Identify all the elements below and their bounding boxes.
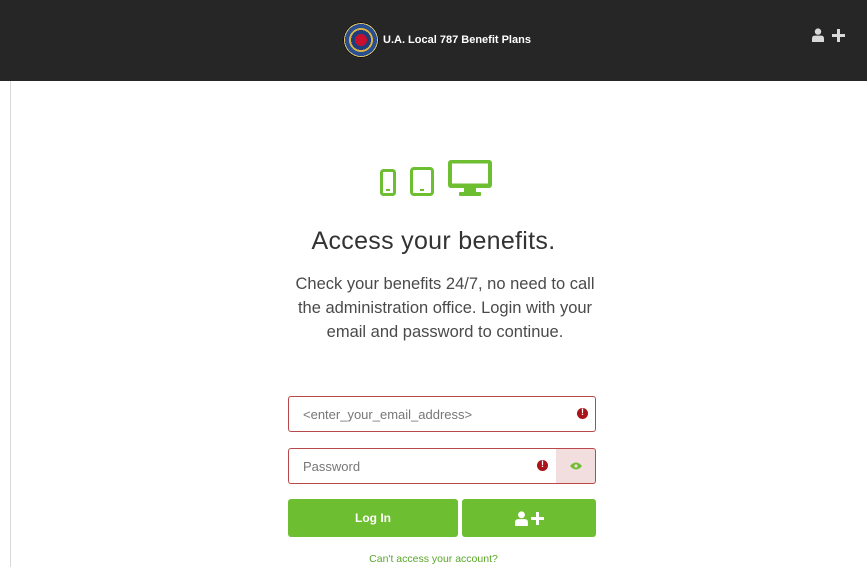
device-icons: [380, 160, 492, 196]
user-icon: [812, 28, 824, 42]
brand-title: U.A. Local 787 Benefit Plans: [383, 34, 531, 46]
password-input[interactable]: [289, 449, 556, 483]
eye-icon: [569, 462, 582, 470]
page-description: Check your benefits 24/7, no need to cal…: [295, 275, 595, 341]
login-button[interactable]: Log In: [288, 499, 458, 537]
show-password-button[interactable]: [556, 448, 596, 484]
email-input[interactable]: [289, 397, 595, 431]
page-left-border: [10, 51, 11, 567]
brand[interactable]: U.A. Local 787 Benefit Plans: [343, 20, 531, 60]
login-button-label: Log In: [355, 511, 391, 525]
plus-icon: [832, 28, 845, 42]
plus-icon: [530, 511, 544, 525]
password-field-wrapper: [288, 448, 557, 484]
tablet-icon: [410, 167, 434, 196]
desktop-icon: [448, 160, 492, 196]
cant-access-account-link[interactable]: Can't access your account?: [0, 553, 867, 565]
user-icon: [514, 510, 528, 526]
seal-logo-icon: [343, 22, 379, 58]
email-error-icon: [577, 407, 588, 419]
phone-icon: [380, 169, 396, 196]
password-error-icon: [537, 459, 548, 471]
top-register-button[interactable]: [812, 28, 845, 42]
email-field-wrapper: [288, 396, 596, 432]
register-button[interactable]: [462, 499, 596, 537]
page-title: Access your benefits.: [311, 227, 556, 255]
top-navbar: U.A. Local 787 Benefit Plans: [0, 0, 867, 81]
